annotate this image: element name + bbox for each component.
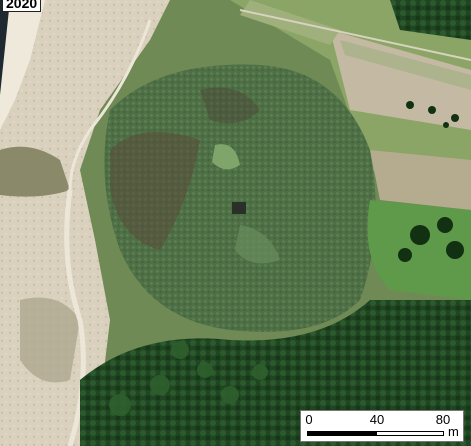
scale-bar: 0 40 80 m [300, 410, 464, 442]
aerial-photo [0, 0, 471, 446]
year-label: 2020 [2, 0, 42, 12]
scale-unit: m [448, 424, 459, 439]
aerial-map: 2020 0 40 80 m [0, 0, 471, 446]
scale-segment-black [307, 431, 377, 436]
scale-label-0: 0 [305, 412, 313, 427]
scale-segment-white [376, 431, 444, 436]
scale-label-40: 40 [369, 412, 385, 427]
